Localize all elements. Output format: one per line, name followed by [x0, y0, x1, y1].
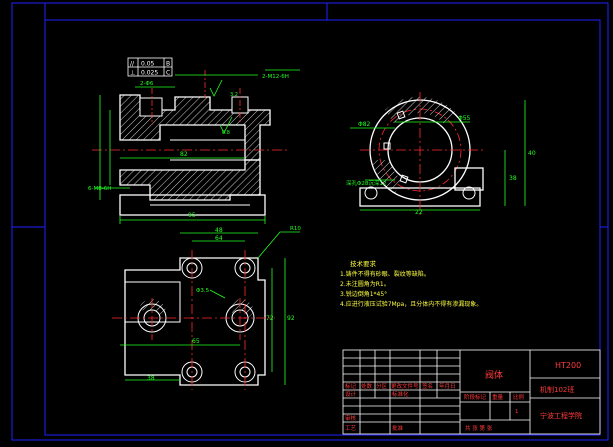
dim-95-label: 95	[188, 212, 196, 219]
roughness-label-1: 3.2	[230, 92, 238, 98]
thread-left-label: 6-M8-6H	[88, 186, 111, 192]
tol-row1-datum: B	[166, 61, 170, 68]
school: 宁波工程学院	[540, 411, 582, 420]
top-dim-48-label: 48	[215, 227, 223, 234]
course: 机制102班	[540, 385, 574, 394]
tol-row2-value: 0.025	[141, 70, 158, 77]
sheet-text: 共 张 第 张	[465, 424, 493, 432]
thread-top-label: 2-M12-6H	[262, 74, 289, 80]
weight-label: 重量	[492, 393, 504, 401]
tol-row2-symbol: ⊥	[130, 70, 135, 77]
technical-notes: 技术要求 1.铸件不得有砂眼、裂纹等缺陷。 2.未注圆角为R1。 3.锐边倒角1…	[340, 259, 482, 308]
note-item-1: 1.铸件不得有砂眼、裂纹等缺陷。	[340, 270, 430, 278]
top-view: 48 64 65 38 72 92 Φ3.5 R10	[112, 226, 301, 390]
front-section-view: 82 95 2-M12-6H 6-M8-6H 2-Φ6 3.2 0.8	[88, 69, 300, 224]
notes-title: 技术要求	[350, 259, 377, 268]
side-dia-55-label: Φ55	[458, 115, 471, 122]
part-name: 阀体	[485, 369, 503, 381]
process-label: 工艺	[345, 425, 357, 432]
zone-label: 分区	[376, 382, 388, 390]
side-dim-22-label: 22	[415, 209, 423, 216]
roughness-symbol	[209, 79, 223, 97]
dia-small-label: 2-Φ6	[140, 81, 154, 87]
material: HT200	[555, 361, 581, 370]
top-dim-38-label: 38	[147, 375, 155, 382]
tol-row2-datum: C	[166, 70, 170, 77]
drawing-frame	[11, 2, 609, 441]
signature-label: 签名	[422, 382, 433, 390]
top-hole-label: Φ3.5	[196, 288, 210, 294]
count-label: 处数	[361, 382, 373, 390]
top-radius-label: R10	[290, 226, 301, 232]
note-item-3: 3.锐边倒角1*45°	[340, 290, 387, 298]
side-dim-40-label: 40	[528, 150, 536, 157]
side-dim-38-label: 38	[509, 175, 517, 182]
section-hatch-lower	[119, 159, 261, 201]
date-label: 年月日	[439, 382, 456, 390]
side-view: Φ82 Φ55 深孔Φ28沉深12 22 38 40	[346, 92, 536, 216]
side-dia-82-label: Φ82	[358, 121, 371, 128]
scale-label: 比例	[513, 393, 525, 401]
top-dim-65-label: 65	[192, 338, 200, 345]
dim-82-label: 82	[180, 151, 188, 158]
tolerance-frame: // 0.05 B ⊥ 0.025 C	[127, 57, 173, 77]
side-depth-note: 深孔Φ28沉深12	[346, 179, 386, 187]
title-block-text: 阀体 HT200 机制102班 宁波工程学院 阶段标记 重量 比例 共 张 第 …	[345, 361, 582, 432]
approve-label: 批准	[392, 424, 404, 432]
note-item-2: 2.未注圆角为R1。	[340, 280, 390, 288]
change-doc-label: 更改文件号	[391, 382, 419, 390]
top-dim-72-label: 72	[266, 315, 274, 322]
designer-label: 设计	[345, 390, 357, 398]
stage-label: 阶段标记	[464, 393, 487, 401]
checker-label: 审核	[345, 414, 357, 422]
tol-row1-value: 0.05	[141, 61, 155, 68]
top-hatch	[140, 299, 166, 318]
sheet-no: 1	[515, 409, 519, 415]
mark-label: 标记	[345, 382, 357, 390]
top-hatch-2	[228, 299, 254, 318]
top-dim-92-label: 92	[287, 315, 295, 322]
note-item-4: 4.应进行液压试验7Mpa，且分体内不得有渗漏现象。	[340, 300, 482, 308]
cad-drawing-canvas: 82 95 2-M12-6H 6-M8-6H 2-Φ6 3.2 0.8 // 0…	[11, 2, 609, 441]
standardize-label: 标准化	[392, 390, 409, 398]
top-dim-64-label: 64	[215, 235, 223, 242]
bore-left	[139, 97, 163, 117]
